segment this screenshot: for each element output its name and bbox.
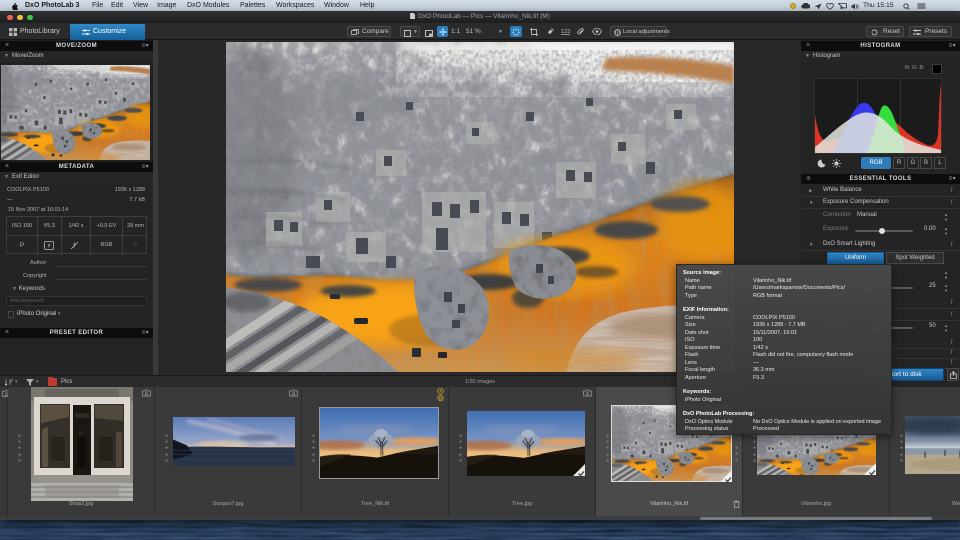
svg-text:123: 123 — [561, 29, 570, 35]
